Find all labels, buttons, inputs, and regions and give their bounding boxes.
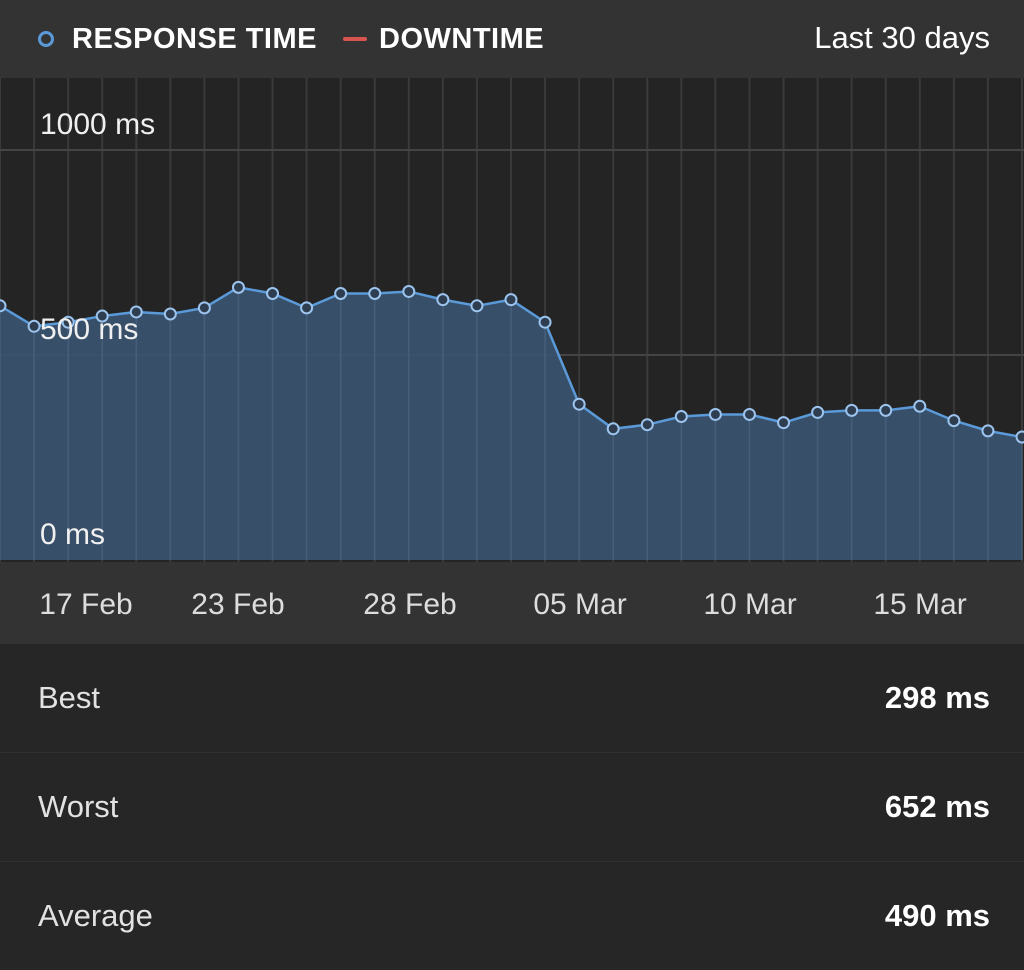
- data-point: [744, 409, 755, 420]
- data-point: [778, 417, 789, 428]
- x-tick-label: 23 Feb: [191, 588, 284, 621]
- circle-marker-icon: [38, 31, 54, 47]
- data-point: [880, 405, 891, 416]
- stat-label: Worst: [38, 789, 118, 825]
- data-point: [471, 300, 482, 311]
- data-point: [948, 415, 959, 426]
- x-tick-labels: 17 Feb 23 Feb 28 Feb 05 Mar 10 Mar 15 Mar: [39, 588, 966, 621]
- x-tick-label: 05 Mar: [533, 588, 626, 621]
- data-point: [0, 300, 6, 311]
- data-point: [335, 288, 346, 299]
- stats-list: Best 298 ms Worst 652 ms Average 490 ms: [0, 644, 1024, 970]
- stat-row-best: Best 298 ms: [0, 644, 1024, 753]
- stat-label: Average: [38, 898, 153, 934]
- chart-header: RESPONSE TIME DOWNTIME Last 30 days: [0, 0, 1024, 78]
- x-tick-label: 17 Feb: [39, 588, 132, 621]
- legend-label-downtime: DOWNTIME: [379, 23, 544, 56]
- period-selector[interactable]: Last 30 days: [814, 20, 990, 56]
- stat-row-worst: Worst 652 ms: [0, 753, 1024, 862]
- data-point: [812, 407, 823, 418]
- chart-plot: 1000 ms 500 ms 0 ms: [0, 78, 1024, 562]
- stat-value: 298 ms: [885, 680, 990, 716]
- response-time-chart: 1000 ms 500 ms 0 ms: [0, 78, 1024, 562]
- data-point: [710, 409, 721, 420]
- data-point: [506, 294, 517, 305]
- data-point: [846, 405, 857, 416]
- stat-value: 490 ms: [885, 898, 990, 934]
- data-point: [301, 302, 312, 313]
- y-tick-label: 1000 ms: [40, 108, 155, 141]
- y-tick-label: 500 ms: [40, 313, 138, 346]
- x-axis-labels: 17 Feb 23 Feb 28 Feb 05 Mar 10 Mar 15 Mar: [0, 562, 1024, 644]
- data-point: [267, 288, 278, 299]
- x-axis: 17 Feb 23 Feb 28 Feb 05 Mar 10 Mar 15 Mar: [0, 562, 1024, 644]
- legend-item-downtime[interactable]: DOWNTIME: [343, 23, 544, 56]
- x-tick-label: 28 Feb: [363, 588, 456, 621]
- data-point: [1017, 432, 1024, 443]
- data-point: [165, 309, 176, 320]
- legend-item-response-time[interactable]: RESPONSE TIME: [38, 23, 317, 56]
- data-point: [540, 317, 551, 328]
- legend: RESPONSE TIME DOWNTIME: [38, 22, 570, 56]
- stat-label: Best: [38, 680, 100, 716]
- data-point: [233, 282, 244, 293]
- data-point: [369, 288, 380, 299]
- stat-row-average: Average 490 ms: [0, 862, 1024, 970]
- data-point: [676, 411, 687, 422]
- data-point: [403, 286, 414, 297]
- legend-label-response-time: RESPONSE TIME: [72, 23, 317, 56]
- data-point: [574, 399, 585, 410]
- y-tick-label: 0 ms: [40, 518, 105, 551]
- x-tick-label: 15 Mar: [873, 588, 966, 621]
- data-point: [608, 423, 619, 434]
- stat-value: 652 ms: [885, 789, 990, 825]
- data-point: [914, 401, 925, 412]
- data-point: [642, 419, 653, 430]
- data-point: [29, 321, 40, 332]
- data-point: [199, 302, 210, 313]
- data-point: [982, 425, 993, 436]
- data-point: [437, 294, 448, 305]
- line-marker-icon: [343, 37, 367, 41]
- x-tick-label: 10 Mar: [703, 588, 796, 621]
